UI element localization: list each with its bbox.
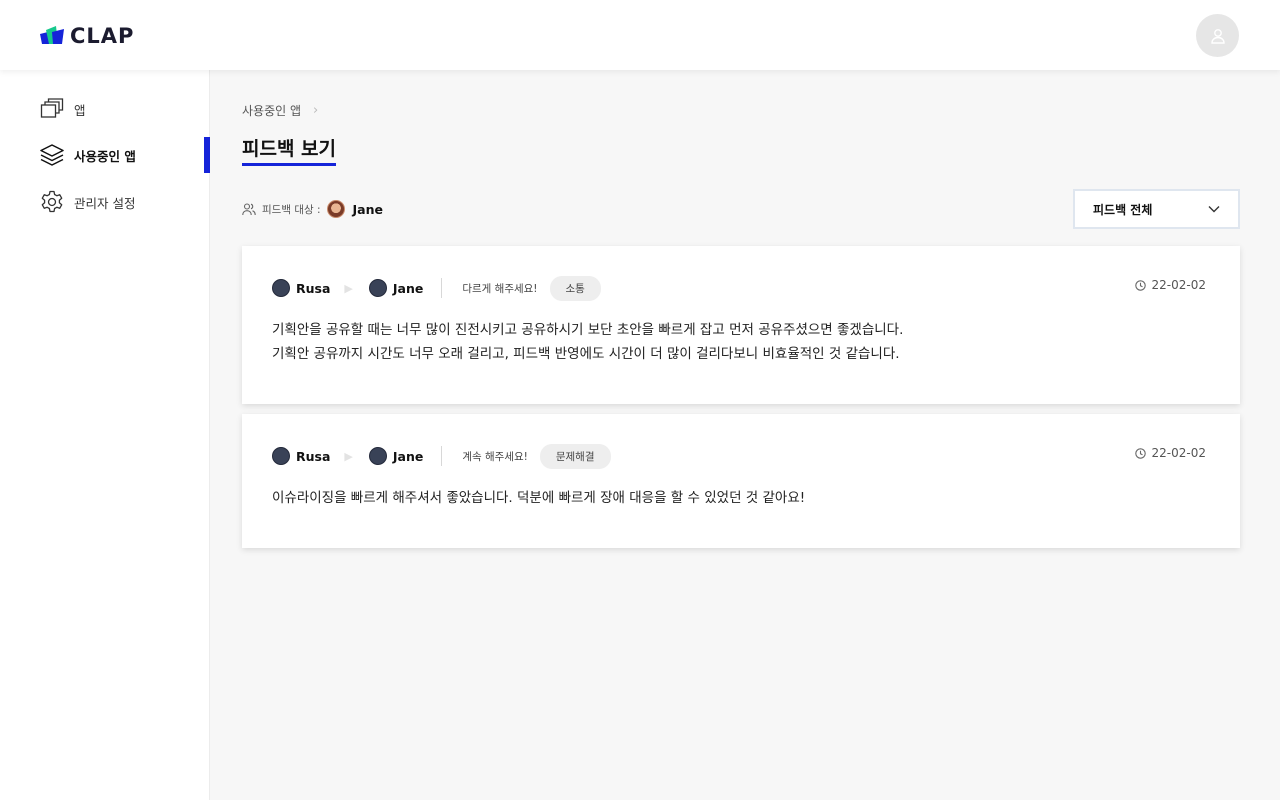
divider	[441, 446, 443, 466]
logo-mark-icon	[40, 26, 64, 44]
breadcrumb: 사용중인 앱 ›	[242, 102, 318, 119]
sidebar-item-admin-settings[interactable]: 관리자 설정	[40, 190, 135, 214]
sidebar-item-label: 앱	[74, 102, 86, 118]
target-avatar	[326, 200, 345, 218]
sidebar-item-apps-in-use[interactable]: 사용중인 앱	[40, 143, 136, 167]
feedback-target-name: Jane	[352, 201, 383, 217]
feedback-sender: Rusa	[296, 280, 331, 296]
feedback-date: 22-02-02	[1134, 278, 1206, 292]
avatar	[272, 279, 290, 297]
logo[interactable]: CLAP	[40, 24, 134, 48]
breadcrumb-item[interactable]: 사용중인 앱	[242, 102, 301, 119]
top-bar: CLAP	[0, 0, 1280, 70]
layers-icon	[40, 144, 64, 166]
feedback-type: 계속 해주세요!	[462, 450, 528, 463]
clock-icon	[1134, 447, 1146, 459]
user-icon	[1210, 28, 1225, 44]
profile-button[interactable]	[1196, 14, 1239, 57]
feedback-tag: 문제해결	[539, 443, 611, 469]
arrow-right-icon: ▶	[344, 449, 353, 463]
feedback-card: Rusa ▶ Jane 다르게 해주세요! 소통 22-02-02 기획안을 공…	[242, 246, 1240, 404]
feedback-tag: 소통	[549, 275, 601, 301]
sidebar-item-label: 관리자 설정	[74, 195, 136, 211]
arrow-right-icon: ▶	[344, 281, 353, 295]
windows-stack-icon	[40, 98, 64, 118]
feedback-receiver: Jane	[392, 448, 424, 464]
feedback-meta: Rusa ▶ Jane 다르게 해주세요! 소통	[272, 275, 601, 301]
avatar	[368, 279, 387, 297]
feedback-target-label: 피드백 대상 :	[262, 203, 321, 216]
active-indicator	[204, 137, 210, 173]
feedback-card: Rusa ▶ Jane 계속 해주세요! 문제해결 22-02-02 이슈라이징…	[242, 414, 1240, 548]
feedback-date-text: 22-02-02	[1151, 278, 1206, 292]
feedback-filter-value: 피드백 전체	[1093, 202, 1153, 217]
feedback-filter-select[interactable]: 피드백 전체	[1073, 189, 1240, 229]
gear-icon	[41, 190, 63, 213]
feedback-target: 피드백 대상 : Jane	[242, 200, 383, 218]
feedback-date-text: 22-02-02	[1151, 446, 1206, 460]
feedback-date: 22-02-02	[1134, 446, 1206, 460]
logo-text: CLAP	[70, 24, 135, 48]
sidebar-item-apps[interactable]: 앱	[40, 97, 86, 121]
divider	[441, 278, 443, 298]
users-icon	[242, 203, 256, 216]
chevron-down-icon	[1208, 206, 1220, 213]
avatar	[272, 447, 290, 465]
feedback-body: 기획안을 공유할 때는 너무 많이 진전시키고 공유하시기 보단 초안을 빠르게…	[272, 322, 904, 338]
page-title: 피드백 보기	[242, 134, 337, 166]
clock-icon	[1134, 279, 1146, 291]
feedback-sender: Rusa	[296, 448, 331, 464]
feedback-body: 이슈라이징을 빠르게 해주셔서 좋았습니다. 덕분에 빠르게 장애 대응을 할 …	[272, 490, 806, 506]
feedback-type: 다르게 해주세요!	[462, 282, 538, 295]
chevron-right-icon: ›	[313, 103, 319, 118]
feedback-body: 기획안 공유까지 시간도 너무 오래 걸리고, 피드백 반영에도 시간이 더 많…	[272, 346, 900, 362]
avatar	[368, 447, 387, 465]
sidebar: 앱 사용중인 앱 관리자 설정	[0, 70, 210, 800]
feedback-receiver: Jane	[392, 280, 424, 296]
sidebar-item-label: 사용중인 앱	[74, 148, 136, 164]
feedback-meta: Rusa ▶ Jane 계속 해주세요! 문제해결	[272, 443, 611, 469]
